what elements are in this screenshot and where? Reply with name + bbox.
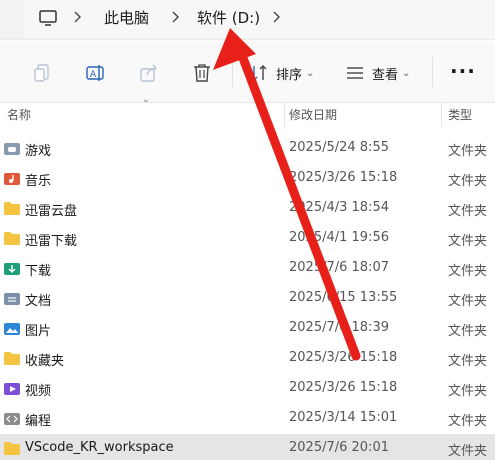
documents-folder-icon	[4, 293, 20, 305]
file-name: 迅雷云盘	[25, 204, 78, 219]
folder-icon	[4, 442, 20, 455]
rename-button[interactable]: A	[85, 61, 107, 85]
file-type: 文件夹	[448, 294, 488, 309]
file-type: 文件夹	[448, 204, 488, 219]
file-name: 编程	[25, 414, 52, 429]
share-button[interactable]	[138, 61, 160, 85]
file-name: 游戏	[25, 144, 52, 159]
file-name: VScode_KR_workspace	[25, 440, 174, 455]
file-modified-date: 2025/5/24 8:55	[289, 140, 389, 155]
file-name: 视频	[25, 384, 52, 399]
file-type: 文件夹	[448, 354, 488, 369]
file-row[interactable]: 迅雷云盘 2025/4/3 18:54 文件夹	[0, 194, 495, 224]
column-header: ⌄ 名称 修改日期 类型	[0, 95, 495, 127]
file-type: 文件夹	[448, 144, 488, 159]
sort-caret-icon: ⌄	[142, 95, 150, 105]
file-name: 图片	[25, 324, 52, 339]
file-modified-date: 2025/6/15 13:55	[289, 290, 398, 305]
column-date-header[interactable]: 修改日期	[289, 106, 337, 123]
downloads-folder-icon	[4, 263, 20, 275]
folder-icon	[4, 232, 20, 245]
file-type: 文件夹	[448, 444, 488, 459]
more-options-button[interactable]: ···	[450, 61, 476, 81]
toolbar-divider	[232, 57, 233, 87]
svg-text:A: A	[90, 70, 97, 80]
games-folder-icon	[4, 143, 20, 155]
file-row[interactable]: 游戏 2025/5/24 8:55 文件夹	[0, 134, 495, 164]
file-modified-date: 2025/7/6 18:39	[289, 320, 389, 335]
file-type: 文件夹	[448, 234, 488, 249]
toolbar-divider	[432, 57, 433, 87]
trash-icon	[194, 64, 210, 82]
file-name: 文档	[25, 294, 52, 309]
file-modified-date: 2025/7/6 18:07	[289, 260, 389, 275]
file-row[interactable]: 编程 2025/3/14 15:01 文件夹	[0, 404, 495, 434]
rename-icon: A	[86, 65, 104, 81]
column-name-header[interactable]: 名称	[7, 106, 31, 123]
file-row[interactable]: 视频 2025/3/26 15:18 文件夹	[0, 374, 495, 404]
file-modified-date: 2025/3/26 15:18	[289, 170, 398, 185]
file-name: 收藏夹	[25, 354, 65, 369]
chevron-right-icon[interactable]	[271, 8, 283, 26]
file-row[interactable]: VScode_KR_workspace 2025/7/6 20:01 文件夹	[0, 434, 495, 460]
file-type: 文件夹	[448, 324, 488, 339]
videos-folder-icon	[4, 383, 20, 395]
file-modified-date: 2025/3/14 15:01	[289, 410, 398, 425]
view-label: 查看	[372, 67, 399, 83]
breadcrumb-drive-d[interactable]: 软件 (D:)	[197, 8, 260, 28]
chevron-down-icon: ⌄	[306, 67, 315, 79]
delete-button[interactable]	[191, 61, 213, 85]
file-name: 下载	[25, 264, 52, 279]
sort-icon	[250, 65, 267, 81]
file-row[interactable]: 下载 2025/7/6 18:07 文件夹	[0, 254, 495, 284]
file-modified-date: 2025/4/1 19:56	[289, 230, 389, 245]
file-modified-date: 2025/3/26 15:18	[289, 350, 398, 365]
share-icon	[140, 64, 157, 82]
chevron-down-icon: ⌄	[402, 67, 411, 79]
file-name: 迅雷下载	[25, 234, 78, 249]
copy-icon	[34, 64, 49, 82]
file-modified-date: 2025/7/6 20:01	[289, 440, 389, 455]
file-row[interactable]: 音乐 2025/3/26 15:18 文件夹	[0, 164, 495, 194]
file-type: 文件夹	[448, 174, 488, 189]
music-folder-icon	[4, 173, 20, 185]
view-list-icon	[347, 67, 363, 79]
folder-icon	[4, 202, 20, 215]
command-bar: A 排序 ⌄ 查看 ⌄ ···	[0, 41, 495, 103]
file-type: 文件夹	[448, 384, 488, 399]
breadcrumb-this-pc[interactable]: 此电脑	[104, 8, 149, 28]
folder-icon	[4, 352, 20, 365]
file-modified-date: 2025/3/26 15:18	[289, 380, 398, 395]
file-row[interactable]: 收藏夹 2025/3/26 15:18 文件夹	[0, 344, 495, 374]
pictures-folder-icon	[4, 323, 20, 335]
column-resize-handle[interactable]	[284, 103, 285, 127]
column-resize-handle[interactable]	[441, 103, 442, 127]
file-name: 音乐	[25, 174, 52, 189]
file-type: 文件夹	[448, 414, 488, 429]
file-row[interactable]: 图片 2025/7/6 18:39 文件夹	[0, 314, 495, 344]
address-bar: 此电脑 软件 (D:)	[0, 0, 495, 40]
file-row[interactable]: 文档 2025/6/15 13:55 文件夹	[0, 284, 495, 314]
sort-label: 排序	[276, 67, 303, 83]
chevron-right-icon[interactable]	[170, 8, 182, 26]
column-type-header[interactable]: 类型	[448, 106, 472, 123]
code-folder-icon	[4, 413, 20, 425]
file-modified-date: 2025/4/3 18:54	[289, 200, 389, 215]
file-row[interactable]: 迅雷下载 2025/4/1 19:56 文件夹	[0, 224, 495, 254]
file-type: 文件夹	[448, 264, 488, 279]
copy-button[interactable]	[32, 61, 54, 85]
chevron-right-icon[interactable]	[72, 8, 84, 26]
monitor-icon[interactable]	[38, 8, 58, 28]
view-button[interactable]: 查看 ⌄	[344, 61, 410, 85]
sort-button[interactable]: 排序 ⌄	[248, 61, 314, 85]
